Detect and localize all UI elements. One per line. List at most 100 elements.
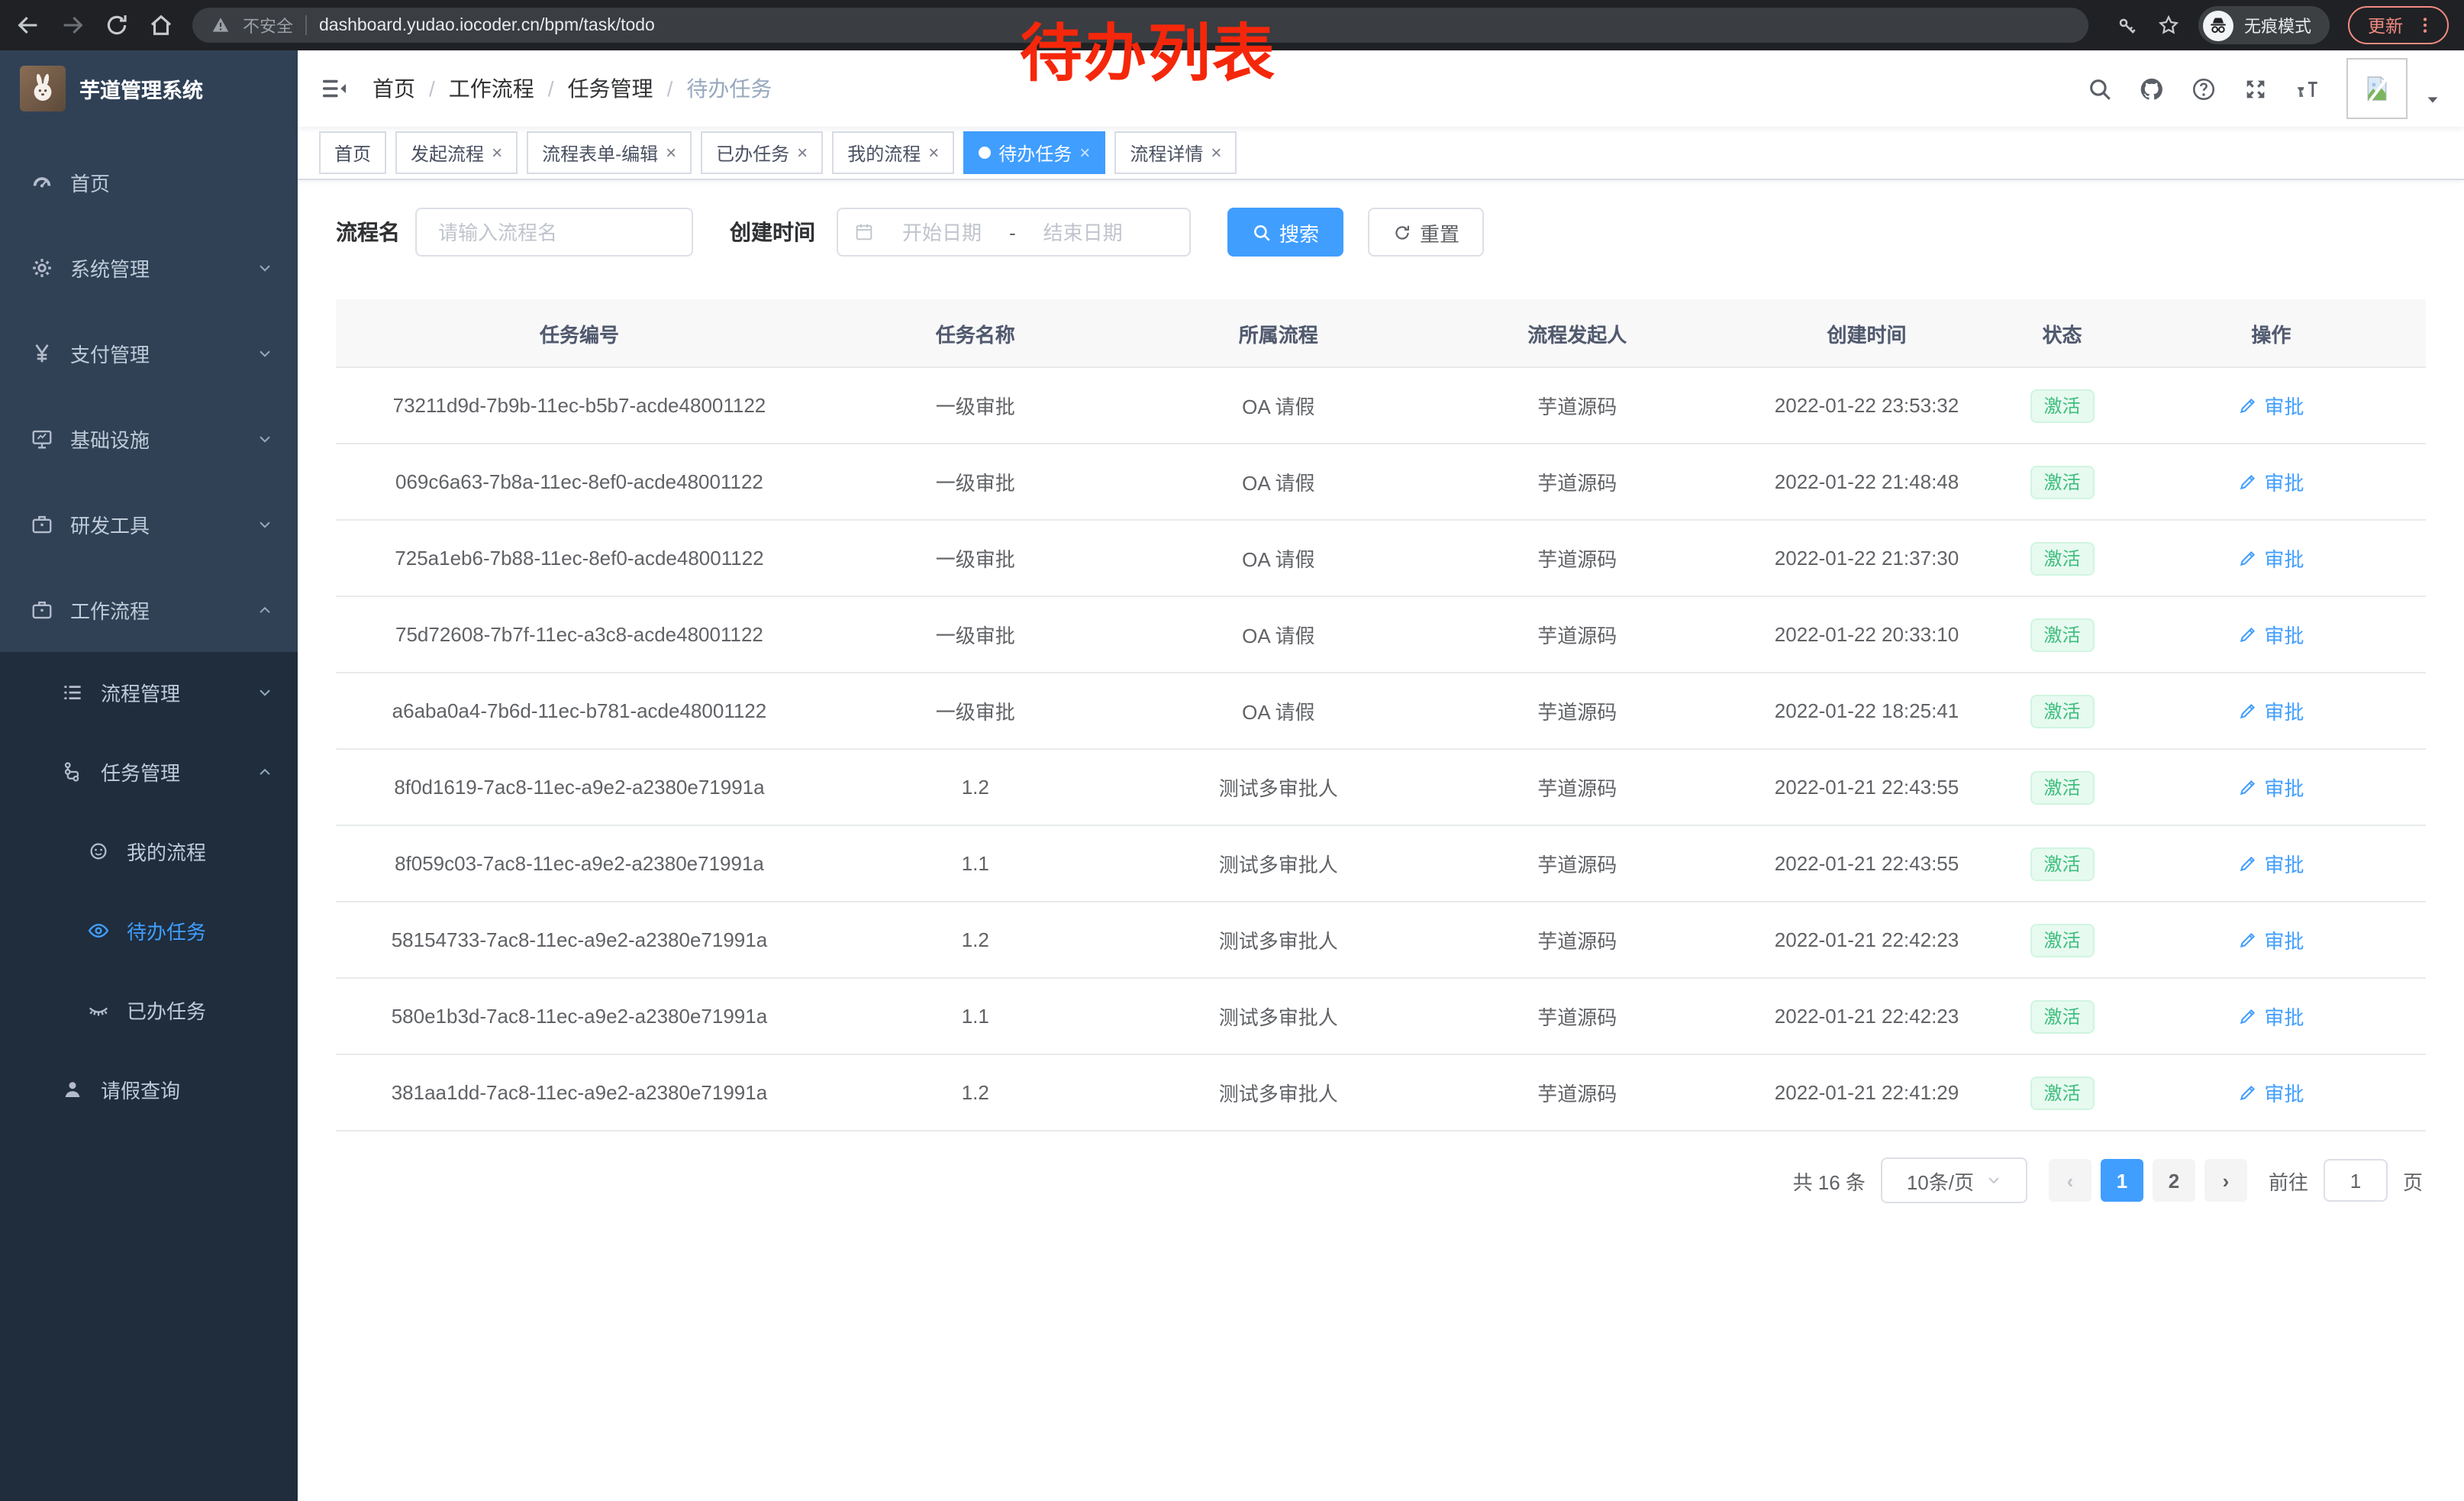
breadcrumb-item[interactable]: 任务管理 <box>568 73 653 104</box>
cell-name: 1.2 <box>823 1054 1128 1131</box>
approve-link[interactable]: 审批 <box>2238 467 2304 496</box>
browser-menu-icon[interactable] <box>2415 15 2435 35</box>
approve-link[interactable]: 审批 <box>2238 696 2304 725</box>
close-icon[interactable]: × <box>492 144 502 162</box>
cell-starter: 芋道源码 <box>1429 596 1726 673</box>
help-icon[interactable] <box>2191 76 2217 102</box>
bookmark-star-icon[interactable] <box>2157 14 2180 37</box>
status-badge: 激活 <box>2030 541 2094 575</box>
sidebar-item-11[interactable]: 请假查询 <box>0 1049 298 1128</box>
sidebar-item-3[interactable]: 基础设施 <box>0 395 298 481</box>
sidebar-item-1[interactable]: 系统管理 <box>0 224 298 310</box>
breadcrumb-item[interactable]: 首页 <box>373 73 415 104</box>
sidebar-item-label: 待办任务 <box>127 915 206 944</box>
sidebar-item-7[interactable]: 任务管理 <box>0 731 298 811</box>
column-header: 创建时间 <box>1726 299 2008 367</box>
fullscreen-icon[interactable] <box>2243 76 2269 102</box>
goto-page-input[interactable] <box>2324 1159 2388 1202</box>
security-label[interactable]: 不安全 <box>243 13 293 37</box>
date-range-field: - <box>837 208 1191 257</box>
approve-link[interactable]: 审批 <box>2238 925 2304 954</box>
avatar[interactable] <box>2346 58 2408 119</box>
github-icon[interactable] <box>2139 76 2165 102</box>
update-button[interactable]: 更新 <box>2348 6 2449 44</box>
cell-status: 激活 <box>2008 902 2116 978</box>
cell-created: 2022-01-21 22:42:23 <box>1726 902 2008 978</box>
cell-status: 激活 <box>2008 978 2116 1054</box>
tab-已办任务[interactable]: 已办任务× <box>701 131 823 174</box>
tab-流程详情[interactable]: 流程详情× <box>1114 131 1237 174</box>
approve-link[interactable]: 审批 <box>2238 849 2304 878</box>
avatar-caret-icon[interactable] <box>2424 91 2441 108</box>
process-name-input[interactable] <box>435 219 673 245</box>
sidebar-item-4[interactable]: 研发工具 <box>0 481 298 567</box>
cell-starter: 芋道源码 <box>1429 902 1726 978</box>
end-date-input[interactable] <box>1025 219 1141 245</box>
reload-icon[interactable] <box>104 12 130 38</box>
cell-name: 一级审批 <box>823 673 1128 749</box>
approve-link[interactable]: 审批 <box>2238 1002 2304 1031</box>
approve-link[interactable]: 审批 <box>2238 391 2304 420</box>
cell-process: 测试多审批人 <box>1128 902 1429 978</box>
status-badge: 激活 <box>2030 770 2094 804</box>
column-header: 所属流程 <box>1128 299 1429 367</box>
sidebar-item-0[interactable]: 首页 <box>0 139 298 224</box>
close-icon[interactable]: × <box>666 144 676 162</box>
cell-starter: 芋道源码 <box>1429 978 1726 1054</box>
search-button[interactable]: 搜索 <box>1227 208 1343 257</box>
cell-name: 1.2 <box>823 749 1128 825</box>
app-logo-row[interactable]: 芋道管理系统 <box>0 50 298 127</box>
approve-link[interactable]: 审批 <box>2238 1078 2304 1107</box>
close-icon[interactable]: × <box>797 144 808 162</box>
sidebar-item-9[interactable]: 待办任务 <box>0 890 298 970</box>
tab-我的流程[interactable]: 我的流程× <box>832 131 954 174</box>
sidebar-item-8[interactable]: 我的流程 <box>0 811 298 890</box>
approve-label: 审批 <box>2264 620 2304 649</box>
key-icon[interactable] <box>2116 14 2139 37</box>
yen-icon <box>31 341 53 364</box>
cell-id: a6aba0a4-7b6d-11ec-b781-acde48001122 <box>336 673 823 749</box>
reset-button[interactable]: 重置 <box>1368 208 1484 257</box>
close-icon[interactable]: × <box>928 144 939 162</box>
approve-link[interactable]: 审批 <box>2238 620 2304 649</box>
date-range-separator: - <box>1009 221 1016 244</box>
close-icon[interactable]: × <box>1079 144 1090 162</box>
page-size-select[interactable]: 10条/页 <box>1881 1157 2027 1203</box>
cell-created: 2022-01-22 18:25:41 <box>1726 673 2008 749</box>
next-page-button[interactable]: › <box>2204 1159 2247 1202</box>
cell-name: 一级审批 <box>823 444 1128 520</box>
pencil-icon <box>2238 1006 2258 1026</box>
sidebar-fold-icon[interactable] <box>321 75 348 102</box>
font-size-icon[interactable] <box>2295 76 2320 102</box>
breadcrumb-item[interactable]: 工作流程 <box>449 73 534 104</box>
security-warning-icon[interactable] <box>211 15 231 35</box>
sidebar-item-10[interactable]: 已办任务 <box>0 970 298 1049</box>
tab-待办任务[interactable]: 待办任务× <box>963 131 1105 174</box>
search-icon[interactable] <box>2087 76 2113 102</box>
cell-action: 审批 <box>2117 596 2426 673</box>
page-button-2[interactable]: 2 <box>2153 1159 2195 1202</box>
back-icon[interactable] <box>15 12 41 38</box>
approve-link[interactable]: 审批 <box>2238 544 2304 573</box>
tab-发起流程[interactable]: 发起流程× <box>395 131 518 174</box>
sidebar-item-2[interactable]: 支付管理 <box>0 310 298 395</box>
approve-link[interactable]: 审批 <box>2238 773 2304 802</box>
sidebar-item-6[interactable]: 流程管理 <box>0 652 298 731</box>
close-icon[interactable]: × <box>1211 144 1221 162</box>
cell-process: OA 请假 <box>1128 367 1429 444</box>
cell-process: OA 请假 <box>1128 673 1429 749</box>
url-text[interactable]: dashboard.yudao.iocoder.cn/bpm/task/todo <box>319 16 655 34</box>
forward-icon[interactable] <box>60 12 85 38</box>
pencil-icon <box>2238 395 2258 415</box>
start-date-input[interactable] <box>884 219 1000 245</box>
tab-流程表单-编辑[interactable]: 流程表单-编辑× <box>527 131 692 174</box>
page-button-1[interactable]: 1 <box>2101 1159 2143 1202</box>
chevron-down-icon <box>256 344 273 361</box>
cell-process: 测试多审批人 <box>1128 1054 1429 1131</box>
prev-page-button[interactable]: ‹ <box>2049 1159 2091 1202</box>
cell-starter: 芋道源码 <box>1429 673 1726 749</box>
tab-首页[interactable]: 首页 <box>319 131 386 174</box>
screen: 不安全 dashboard.yudao.iocoder.cn/bpm/task/… <box>0 0 2464 1501</box>
sidebar-item-5[interactable]: 工作流程 <box>0 567 298 652</box>
home-icon[interactable] <box>148 12 174 38</box>
